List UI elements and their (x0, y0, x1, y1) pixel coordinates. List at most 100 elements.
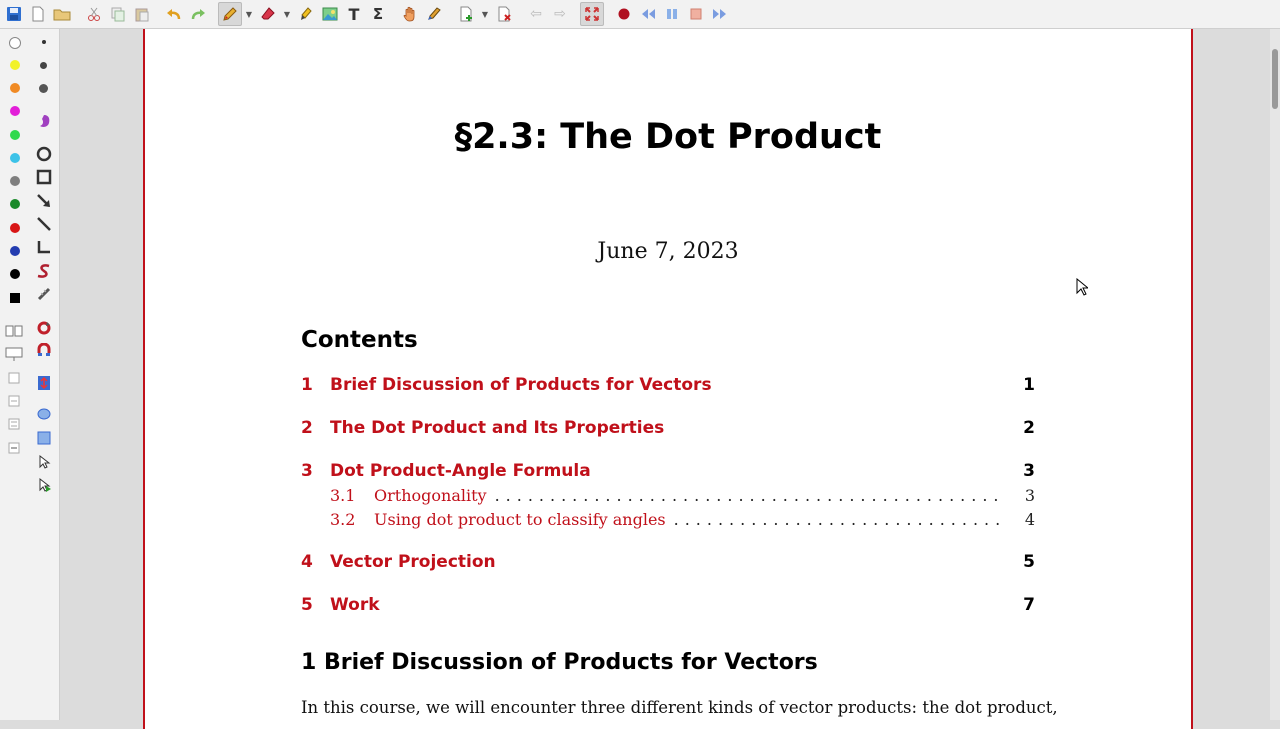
toc-entry[interactable]: 3 Dot Product-Angle Formula 3 (301, 461, 1035, 481)
rectangle-shape-icon[interactable] (35, 168, 53, 186)
copy-icon[interactable] (106, 2, 130, 26)
fill-black-icon[interactable] (10, 293, 20, 303)
toc-number: 1 (301, 375, 313, 395)
color-cyan-icon[interactable] (10, 153, 20, 163)
toc-entry[interactable]: 1 Brief Discussion of Products for Vecto… (301, 375, 1035, 395)
circle-shape-icon[interactable] (35, 145, 53, 163)
image-icon[interactable] (318, 2, 342, 26)
toc-subentry[interactable]: 3.2 Using dot product to classify angles… (330, 510, 1035, 529)
play-object-icon[interactable] (35, 476, 53, 494)
color-darkgreen-icon[interactable] (10, 199, 20, 209)
toc-entry[interactable]: 2 The Dot Product and Its Properties 2 (301, 418, 1035, 438)
toc-link[interactable]: Work (330, 595, 1005, 615)
ruler-shape-icon[interactable] (35, 285, 53, 303)
undo-icon[interactable] (162, 2, 186, 26)
vertical-scrollbar[interactable] (1270, 29, 1280, 720)
toc-number: 3 (301, 461, 313, 481)
color-black-icon[interactable] (10, 269, 20, 279)
snap-rotation-icon[interactable] (35, 319, 53, 337)
latex-icon[interactable]: Σ (366, 2, 390, 26)
color-blue-icon[interactable] (10, 246, 20, 256)
color-white-icon[interactable] (9, 37, 21, 49)
mouse-cursor-icon (1076, 277, 1090, 300)
toc-leader-dots: ........................................… (673, 510, 1005, 529)
highlighter-icon[interactable] (294, 2, 318, 26)
select-region-icon[interactable] (422, 2, 446, 26)
color-yellow-icon[interactable] (10, 60, 20, 70)
page-layout-d-icon[interactable] (5, 439, 23, 457)
eraser-icon[interactable] (256, 2, 280, 26)
select-object-icon[interactable] (35, 453, 53, 471)
section-heading: 1 Brief Discussion of Products for Vecto… (301, 650, 818, 675)
line-shape-icon[interactable] (35, 215, 53, 233)
size-small-icon[interactable] (42, 40, 46, 44)
presentation-view-icon[interactable] (5, 345, 23, 363)
toc-subpage-number: 4 (1024, 510, 1035, 529)
cut-icon[interactable] (82, 2, 106, 26)
color-orange-icon[interactable] (10, 83, 20, 93)
page-layout-a-icon[interactable] (5, 369, 23, 387)
pause-icon[interactable] (660, 2, 684, 26)
hand-icon[interactable] (398, 2, 422, 26)
toc-number: 4 (301, 552, 313, 572)
color-magenta-icon[interactable] (10, 106, 20, 116)
toc-page-number: 2 (1023, 418, 1035, 438)
toc-entry[interactable]: 5 Work 7 (301, 595, 1035, 615)
toc-link[interactable]: The Dot Product and Its Properties (330, 418, 1005, 438)
toc-link[interactable]: Brief Discussion of Products for Vectors (330, 375, 1005, 395)
toc-number: 2 (301, 418, 313, 438)
snap-grid-icon[interactable] (35, 342, 53, 360)
two-page-view-icon[interactable] (5, 322, 23, 340)
redo-icon[interactable] (186, 2, 210, 26)
toc-subnumber: 3.2 (330, 510, 356, 529)
spline-shape-icon[interactable] (35, 262, 53, 280)
rewind-icon[interactable] (636, 2, 660, 26)
rect-select-icon[interactable] (35, 429, 53, 447)
axis-shape-icon[interactable] (35, 238, 53, 256)
record-icon[interactable] (612, 2, 636, 26)
toc-subpage-number: 3 (1024, 486, 1035, 505)
size-medium-icon[interactable] (40, 62, 47, 69)
text-icon[interactable]: T (342, 2, 366, 26)
toc-link[interactable]: Dot Product-Angle Formula (330, 461, 1005, 481)
main-toolbar: ▼ ▼ T Σ ▼ ⇦ ⇨ (0, 0, 1280, 29)
save-icon[interactable] (2, 2, 26, 26)
paste-icon[interactable] (130, 2, 154, 26)
pen-icon[interactable] (218, 2, 242, 26)
document-page: §2.3: The Dot Product June 7, 2023 Conte… (143, 29, 1193, 729)
lasso-select-icon[interactable] (35, 406, 53, 424)
delete-page-icon[interactable] (492, 2, 516, 26)
toc-sublink[interactable]: Orthogonality (374, 486, 487, 505)
color-gray-icon[interactable] (10, 176, 20, 186)
toc-sublink[interactable]: Using dot product to classify angles (374, 510, 666, 529)
pen-dropdown-icon[interactable]: ▼ (242, 10, 256, 19)
toc-page-number: 5 (1023, 552, 1035, 572)
toc-link[interactable]: Vector Projection (330, 552, 1005, 572)
add-page-dropdown-icon[interactable]: ▼ (478, 10, 492, 19)
toc-leader-dots: ........................................… (494, 486, 1005, 505)
vertical-space-icon[interactable] (35, 374, 53, 392)
body-paragraph: In this course, we will encounter three … (301, 698, 1058, 717)
toc-subentry[interactable]: 3.1 Orthogonality ......................… (330, 486, 1035, 505)
page-layout-b-icon[interactable] (5, 392, 23, 410)
new-page-icon[interactable] (26, 2, 50, 26)
arrow-shape-icon[interactable] (35, 192, 53, 210)
size-large-icon[interactable] (39, 84, 48, 93)
blob-icon[interactable] (35, 112, 53, 130)
next-page-icon[interactable]: ⇨ (548, 2, 572, 26)
document-date: June 7, 2023 (597, 239, 739, 264)
color-red-icon[interactable] (10, 223, 20, 233)
fullscreen-icon[interactable] (580, 2, 604, 26)
page-layout-c-icon[interactable] (5, 415, 23, 433)
toc-entry[interactable]: 4 Vector Projection 5 (301, 552, 1035, 572)
scrollbar-thumb[interactable] (1272, 49, 1278, 109)
eraser-dropdown-icon[interactable]: ▼ (280, 10, 294, 19)
open-folder-icon[interactable] (50, 2, 74, 26)
stop-icon[interactable] (684, 2, 708, 26)
fast-forward-icon[interactable] (708, 2, 732, 26)
color-green-icon[interactable] (10, 130, 20, 140)
add-page-icon[interactable] (454, 2, 478, 26)
toc-page-number: 7 (1023, 595, 1035, 615)
previous-page-icon[interactable]: ⇦ (524, 2, 548, 26)
toc-number: 5 (301, 595, 313, 615)
